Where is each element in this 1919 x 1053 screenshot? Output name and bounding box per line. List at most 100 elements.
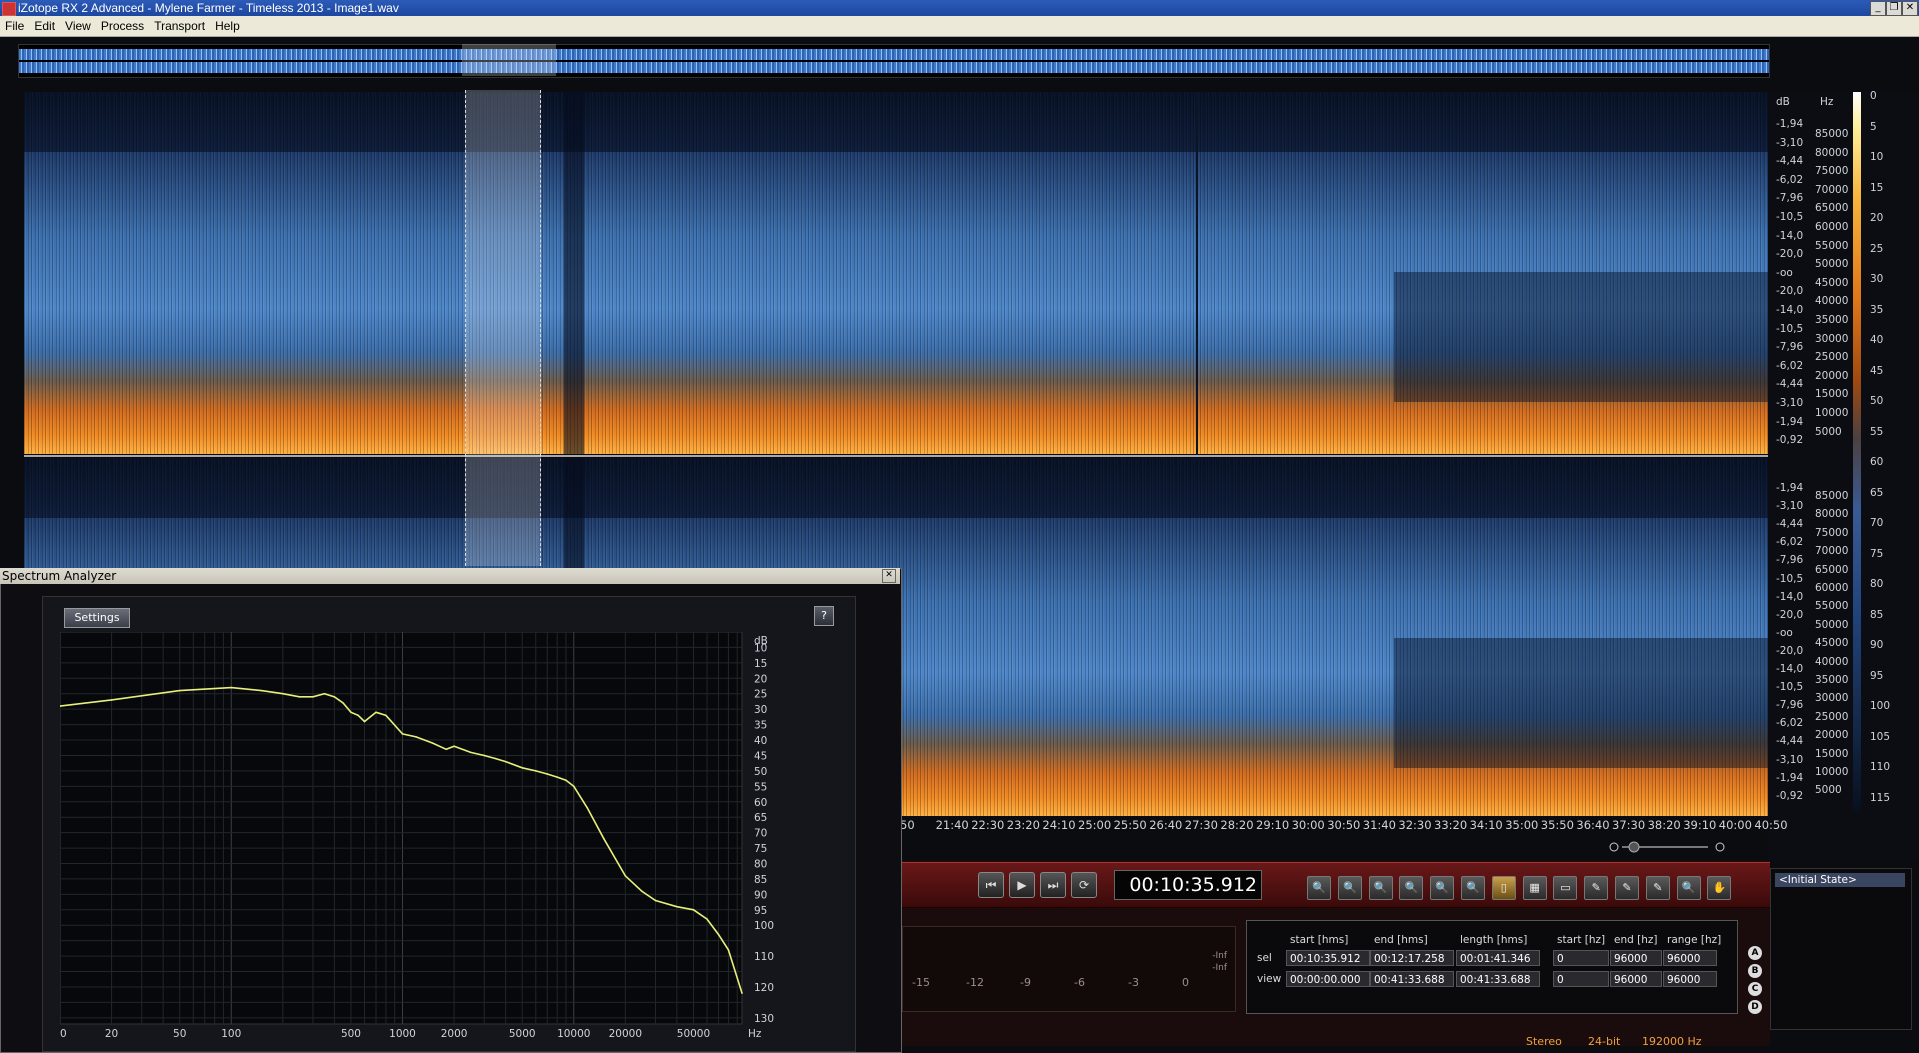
db-tick: -20,0 [1776,248,1804,261]
spectrum-analyzer-titlebar[interactable]: Spectrum Analyzer ✕ [0,568,900,584]
menu-transport[interactable]: Transport [149,16,210,36]
db-tick: -1,94 [1776,482,1804,494]
db-tick: -1,94 [1776,771,1804,784]
spectrum-point [572,785,575,788]
spectrum-analyzer-title: Spectrum Analyzer [2,569,117,583]
menu-bar: File Edit View Process Transport Help [0,16,1919,37]
column-header: start [hz] [1557,934,1606,946]
lasso-icon[interactable]: ✎ [1584,876,1609,900]
hz-tick: 25000 [1815,710,1849,723]
hz-tick: 35000 [1815,674,1849,686]
ruler-tick: 40:50 [1754,818,1788,832]
db-tick: -10,5 [1776,572,1804,585]
help-button[interactable]: ? [814,606,834,626]
db-tick: -7,96 [1776,341,1804,354]
wand-icon[interactable]: ✎ [1645,876,1670,900]
value-field: 0 [1553,971,1609,987]
ruler-tick: 27:30 [1184,818,1218,832]
zoom-out-icon[interactable] [1609,842,1619,852]
spectrum-point [504,760,507,763]
value-field: 00:41:33.688 [1456,971,1540,987]
zoom-icon[interactable]: 🔍 [1307,876,1331,900]
zoom-slider[interactable] [1608,840,1728,854]
hand-icon[interactable]: ✋ [1707,876,1732,900]
spectrum-point [692,908,695,911]
db-axis-tick: 35 [754,720,767,732]
history-item[interactable]: <Initial State> [1775,873,1905,887]
spectrum-point [603,838,605,840]
loop-button[interactable]: ⟳ [1071,872,1097,898]
spectrum-analyzer-close-button[interactable]: ✕ [882,569,896,583]
play-selection-button[interactable]: ⏭ [1040,872,1066,898]
snapshot-a-button[interactable]: A [1748,946,1762,960]
zoom-time-icon[interactable]: 🔍 [1430,876,1455,900]
ruler-tick: 35:50 [1540,818,1574,832]
time-selection[interactable] [465,90,541,566]
snapshot-d-button[interactable]: D [1748,1000,1762,1014]
db-axis-tick: 130 [754,1013,774,1025]
menu-view[interactable]: View [60,16,96,36]
menu-edit[interactable]: Edit [29,16,60,36]
spectrum-point [333,696,336,698]
colorbar-tick: 105 [1870,730,1891,743]
play-button[interactable]: ▶ [1009,872,1035,898]
brush-icon[interactable]: ✎ [1615,876,1639,900]
freq-select-icon[interactable]: ▭ [1553,876,1578,900]
colorbar-tick: 65 [1870,486,1884,499]
spectrum-point [323,692,326,695]
menu-file[interactable]: File [0,16,29,36]
minimize-button[interactable]: _ [1870,1,1886,16]
snapshot-b-button[interactable]: B [1748,964,1762,978]
db-tick: -7,96 [1776,192,1804,205]
zoom-fit-icon[interactable]: 🔍 [1399,876,1424,900]
hz-tick: 20000 [1815,369,1849,382]
zoom-in-icon[interactable] [1715,842,1725,852]
colorbar-tick: 10 [1870,151,1884,163]
magnify-icon[interactable]: 🔍 [1676,876,1701,900]
db-tick: -14,0 [1776,663,1804,675]
skip-back-button[interactable]: ⏮ [978,872,1004,898]
menu-process[interactable]: Process [96,16,149,36]
spectrum-point [727,949,730,951]
db-tick: -oo [1776,266,1793,279]
db-tick: -6,02 [1776,717,1804,730]
waveform-overview[interactable] [18,44,1770,78]
ruler-tick: 26:40 [1149,818,1183,832]
colorbar-tick: 15 [1870,181,1884,194]
hz-tick: 15000 [1815,747,1849,760]
status-bitdepth: 24-bit [1588,1035,1621,1048]
time-ruler[interactable]: 50 21:40 22:30 23:20 24:10 25:00 25:50 26:40 27:… [900,816,1788,834]
db-axis-tick: 15 [754,658,767,670]
zoom-freq-icon[interactable]: 🔍 [1461,876,1485,900]
spectrum-point [534,770,537,772]
spectrum-point [565,779,567,781]
zoom-out-icon[interactable]: 🔍 [1337,876,1362,900]
menu-help[interactable]: Help [210,16,245,36]
zoom-handle[interactable] [1628,841,1640,853]
ruler-tick: 37:30 [1612,818,1646,832]
ruler-tick: 33:20 [1434,818,1468,832]
hz-tick: 55000 [1815,239,1849,252]
spectrogram-channel-left[interactable] [24,92,1768,454]
column-header: length [hms] [1460,934,1528,946]
ruler-tick: 38:20 [1647,818,1681,832]
close-button[interactable]: ✕ [1902,1,1918,16]
value-field: 00:01:41.346 [1456,950,1540,966]
value-field: 00:10:35.912 [1286,950,1370,966]
hz-tick: 40000 [1815,295,1849,308]
snapshot-c-button[interactable]: C [1748,982,1762,996]
settings-button[interactable]: Settings [64,608,130,628]
rect-select-icon[interactable]: ▦ [1522,876,1547,900]
hz-tick: 15000 [1815,388,1849,401]
ruler-tick: 25:50 [1113,818,1147,832]
time-select-icon[interactable]: ▯ [1491,876,1516,900]
meter-tick: -6 [1074,976,1085,989]
db-tick: -3,10 [1776,136,1804,149]
db-axis-tick: 40 [754,735,767,747]
spectrum-point [178,689,181,692]
hz-header: Hz [1820,96,1834,108]
value-field: 00:00:00.000 [1286,971,1370,987]
zoom-selection-icon[interactable]: 🔍 [1368,876,1393,900]
overview-selection[interactable] [462,44,556,76]
restore-button[interactable]: ❐ [1886,1,1902,16]
